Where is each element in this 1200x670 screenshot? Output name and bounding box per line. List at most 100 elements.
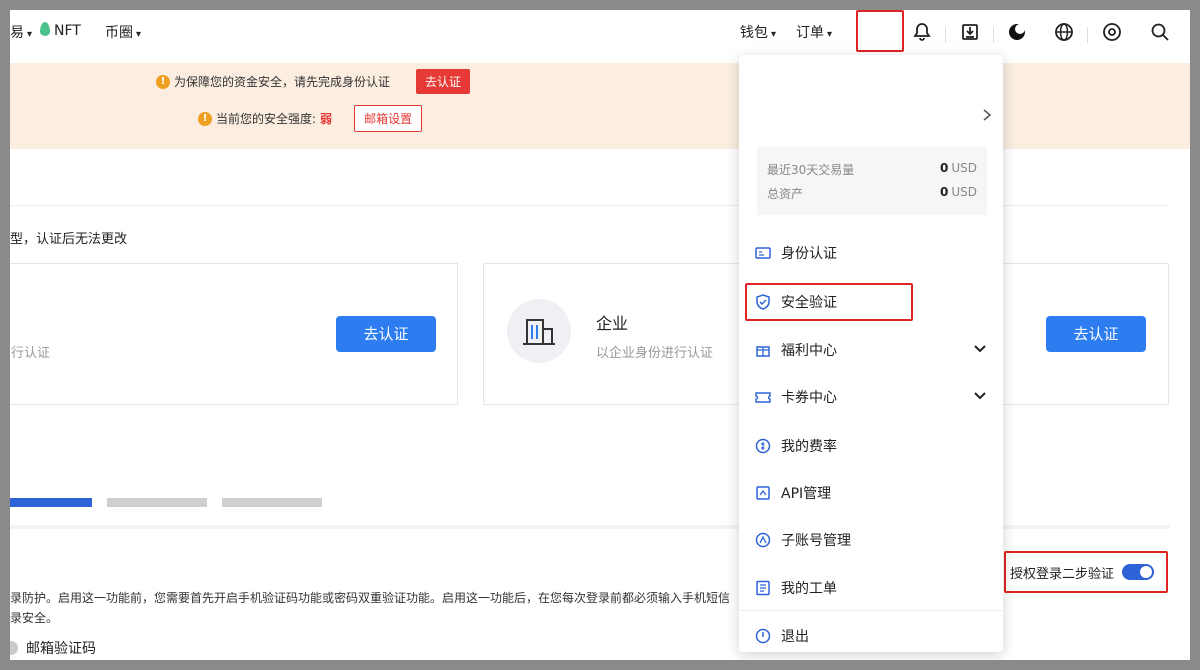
menu-item-identity[interactable]: 身份认证: [755, 238, 989, 268]
menu-divider: [739, 610, 1003, 611]
nav-trade-label: 易: [10, 25, 24, 41]
security-strength-row: ! 当前您的安全强度: 弱 邮箱设置: [198, 105, 423, 132]
personal-card-subtitle: 行认证: [11, 346, 51, 361]
chevron-down-icon: ▾: [27, 29, 33, 40]
email-settings-button[interactable]: 邮箱设置: [354, 105, 423, 132]
stat-value: 0 USD: [940, 161, 977, 178]
menu-item-label: 我的工单: [781, 581, 837, 597]
menu-item-label: 子账号管理: [781, 533, 851, 549]
shield-icon: [755, 294, 771, 310]
warning-icon: !: [156, 74, 170, 89]
menu-item-fee-rate[interactable]: 我的费率: [755, 431, 989, 461]
email-icon: [10, 641, 18, 655]
menu-item-logout[interactable]: 退出: [755, 623, 989, 649]
security-warning-banner: ! 为保障您的资金安全，请先完成身份认证 去认证 ! 当前您的安全强度: 弱 邮…: [10, 63, 1190, 149]
security-strength-value: 弱: [320, 112, 333, 126]
identity-warning-text: 为保障您的资金安全，请先完成身份认证: [174, 75, 391, 89]
progress-step-active: [10, 498, 92, 507]
chevron-down-icon[interactable]: [973, 342, 987, 360]
two-step-description: 录防护。启用这一功能前，您需要首先开启手机验证码功能或密码双重验证功能。启用这一…: [10, 588, 730, 628]
menu-item-benefits[interactable]: 福利中心: [755, 335, 989, 365]
bell-icon[interactable]: [910, 20, 934, 44]
stat-unit: USD: [951, 185, 977, 199]
nav-coin-circle-label: 币圈: [105, 25, 133, 41]
identity-warning-row: ! 为保障您的资金安全，请先完成身份认证 去认证: [156, 69, 471, 94]
enterprise-card-title: 企业: [596, 314, 629, 333]
email-code-label: 邮箱验证码: [26, 641, 96, 657]
ticket-icon: [755, 389, 771, 405]
chevron-down-icon: ▾: [136, 29, 142, 40]
personal-verification-card: 行认证 去认证: [10, 263, 458, 405]
menu-item-security[interactable]: 安全验证: [755, 287, 989, 317]
enterprise-verify-button[interactable]: 去认证: [1046, 316, 1146, 352]
menu-item-label: 安全验证: [781, 295, 837, 311]
api-icon: [755, 485, 771, 501]
nav-divider: [993, 27, 994, 43]
nav-divider: [945, 27, 946, 43]
gift-icon: [755, 342, 771, 358]
verification-notice: 型，认证后无法更改: [10, 232, 128, 247]
id-card-icon: [755, 245, 771, 261]
two-step-toggle-label: 授权登录二步验证: [1010, 566, 1115, 582]
menu-item-label: 身份认证: [781, 246, 837, 262]
banner-verify-button[interactable]: 去认证: [416, 69, 471, 94]
stat-row-volume: 最近30天交易量 0 USD: [767, 161, 977, 178]
app-frame: 易 ▾ NFT 币圈 ▾ 钱包 ▾ 订单 ▾ ! 为保障您的资金安全，请先完成身…: [10, 10, 1190, 660]
ticket-list-icon: [755, 580, 771, 596]
stat-value: 0 USD: [940, 185, 977, 202]
nav-divider: [1087, 27, 1088, 43]
stat-row-assets: 总资产 0 USD: [767, 185, 977, 202]
logout-icon: [755, 628, 771, 644]
progress-step: [222, 498, 322, 507]
nav-orders[interactable]: 订单 ▾: [796, 22, 832, 42]
menu-item-subaccounts[interactable]: 子账号管理: [755, 525, 989, 555]
search-icon[interactable]: [1148, 20, 1172, 44]
menu-item-label: API管理: [781, 486, 832, 502]
avatar-button-highlight[interactable]: [856, 10, 904, 52]
stat-unit: USD: [951, 161, 977, 175]
menu-item-label: 卡券中心: [781, 390, 837, 406]
fee-rate-icon: [755, 438, 771, 454]
chevron-right-icon[interactable]: [981, 107, 993, 121]
menu-item-tickets[interactable]: 我的工单: [755, 573, 989, 603]
globe-icon[interactable]: [1052, 20, 1076, 44]
email-code-row[interactable]: 邮箱验证码: [10, 638, 96, 658]
menu-item-label: 我的费率: [781, 439, 837, 455]
nav-nft[interactable]: NFT: [40, 22, 81, 39]
nav-orders-label: 订单: [796, 25, 824, 41]
two-step-toggle[interactable]: [1122, 564, 1155, 580]
chevron-down-icon: ▾: [771, 29, 777, 40]
sub-account-icon: [755, 532, 771, 548]
menu-item-label: 福利中心: [781, 343, 837, 359]
stat-number: 0: [940, 185, 949, 199]
menu-item-label: 退出: [781, 629, 809, 645]
chevron-down-icon[interactable]: [973, 389, 987, 407]
stat-label: 最近30天交易量: [767, 163, 855, 177]
building-icon: [507, 299, 571, 363]
two-step-description-line-2: 录安全。: [10, 611, 59, 625]
nav-wallet-label: 钱包: [740, 25, 768, 41]
account-stats: 最近30天交易量 0 USD 总资产 0 USD: [757, 147, 987, 215]
dark-mode-icon[interactable]: [1005, 20, 1029, 44]
top-nav: 易 ▾ NFT 币圈 ▾ 钱包 ▾ 订单 ▾: [10, 10, 1190, 60]
two-step-description-line-1: 录防护。启用这一功能前，您需要首先开启手机验证码功能或密码双重验证功能。启用这一…: [10, 591, 731, 605]
menu-item-coupons[interactable]: 卡券中心: [755, 382, 989, 412]
chevron-down-icon: ▾: [827, 29, 833, 40]
progress-step: [107, 498, 207, 507]
personal-verify-button[interactable]: 去认证: [336, 316, 436, 352]
two-step-toggle-highlight: 授权登录二步验证: [1004, 551, 1168, 593]
download-icon[interactable]: [958, 20, 982, 44]
nav-coin-circle[interactable]: 币圈 ▾: [105, 22, 141, 42]
nft-leaf-icon: [40, 22, 50, 36]
nav-wallet[interactable]: 钱包 ▾: [740, 22, 776, 42]
nav-trade[interactable]: 易 ▾: [10, 22, 32, 42]
nav-nft-label: NFT: [54, 23, 81, 39]
warning-icon: !: [198, 111, 212, 126]
stat-number: 0: [940, 161, 949, 175]
security-strength-label: 当前您的安全强度:: [216, 112, 317, 126]
menu-item-api[interactable]: API管理: [755, 478, 989, 508]
account-dropdown-menu: 最近30天交易量 0 USD 总资产 0 USD 身份认证 安全验证 福利中心 卡券…: [739, 55, 1003, 652]
stat-label: 总资产: [767, 187, 804, 201]
enterprise-card-subtitle: 以企业身份进行认证: [596, 346, 714, 361]
settings-icon[interactable]: [1100, 20, 1124, 44]
